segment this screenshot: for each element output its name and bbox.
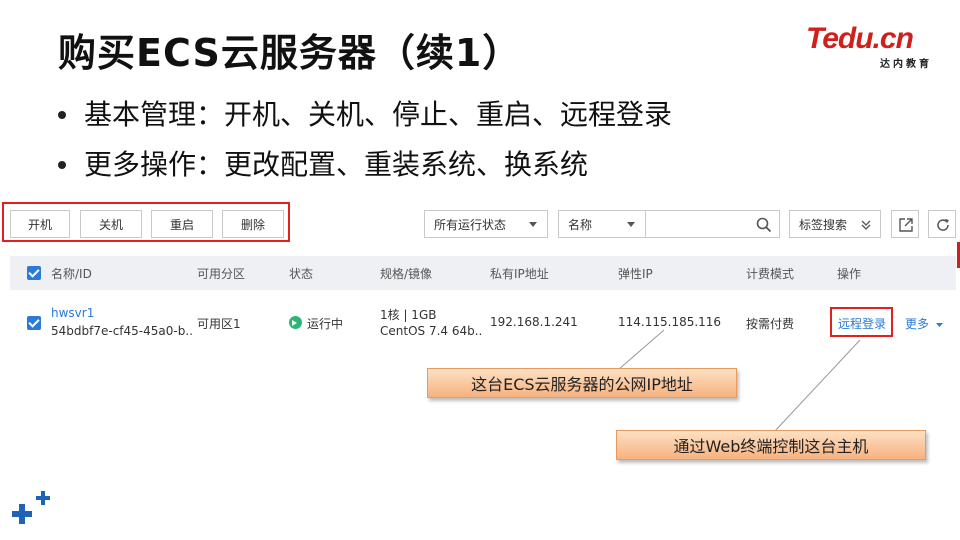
remote-login-callout: 通过Web终端控制这台主机 [616, 430, 926, 460]
public-ip-callout: 这台ECS云服务器的公网IP地址 [427, 368, 737, 398]
plus-logo-icon [12, 491, 50, 524]
